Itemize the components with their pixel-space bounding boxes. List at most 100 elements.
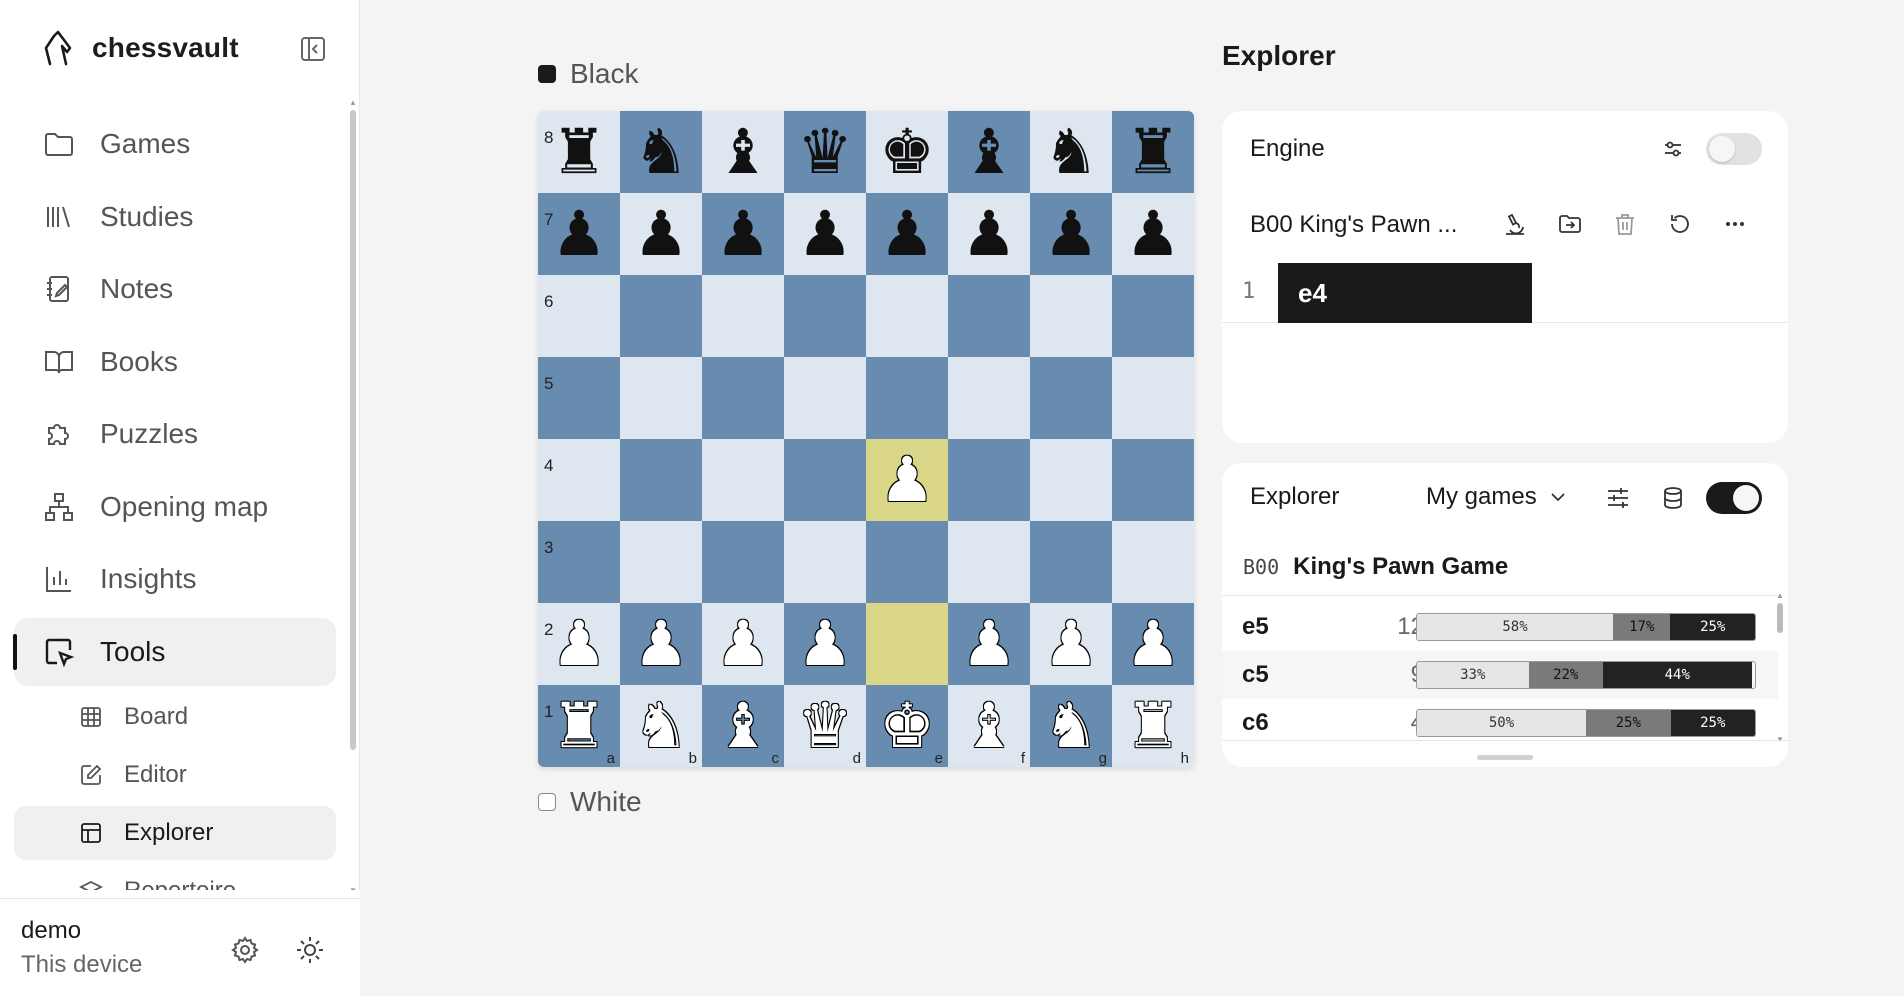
square-f1[interactable]: ♝ f <box>948 685 1030 767</box>
square-a7[interactable]: ♟ 7 <box>538 193 620 275</box>
square-h5[interactable] <box>1112 357 1194 439</box>
nav-item-games[interactable]: Games <box>14 110 336 178</box>
nav-item-studies[interactable]: Studies <box>14 183 336 251</box>
white-knight-piece[interactable]: ♞ <box>1043 695 1099 757</box>
white-pawn-piece[interactable]: ♟ <box>879 449 935 511</box>
square-d7[interactable]: ♟ <box>784 193 866 275</box>
square-g5[interactable] <box>1030 357 1112 439</box>
square-h1[interactable]: ♜ h <box>1112 685 1194 767</box>
square-d8[interactable]: ♛ <box>784 111 866 193</box>
square-h7[interactable]: ♟ <box>1112 193 1194 275</box>
square-e3[interactable] <box>866 521 948 603</box>
delete-button[interactable] <box>1610 209 1640 239</box>
nav-item-tools[interactable]: Tools <box>13 617 336 686</box>
square-g4[interactable] <box>1030 439 1112 521</box>
black-pawn-piece[interactable]: ♟ <box>797 203 853 265</box>
white-pawn-piece[interactable]: ♟ <box>551 613 607 675</box>
white-knight-piece[interactable]: ♞ <box>633 695 689 757</box>
square-d4[interactable] <box>784 439 866 521</box>
black-bishop-piece[interactable]: ♝ <box>715 121 771 183</box>
black-rook-piece[interactable]: ♜ <box>551 121 607 183</box>
square-a3[interactable]: 3 <box>538 521 620 603</box>
square-a5[interactable]: 5 <box>538 357 620 439</box>
chess-board[interactable]: ♜ 8 ♞ ♝ ♛ ♚ ♝ ♞ ♜ ♟ 7 ♟ ♟ ♟ ♟ ♟ ♟ ♟ 6 5 4 ♟ 3 ♟ 2 ♟ ♟ ♟ ♟ ♟ ♟ ♜ 1 a ♞ b ♝ c ♛ d… <box>538 111 1194 767</box>
square-f6[interactable] <box>948 275 1030 357</box>
more-button[interactable] <box>1720 209 1750 239</box>
collapse-sidebar-button[interactable] <box>296 32 330 66</box>
nav-item-puzzles[interactable]: Puzzles <box>14 400 336 468</box>
square-h6[interactable] <box>1112 275 1194 357</box>
square-c6[interactable] <box>702 275 784 357</box>
black-pawn-piece[interactable]: ♟ <box>1043 203 1099 265</box>
square-e8[interactable]: ♚ <box>866 111 948 193</box>
square-e5[interactable] <box>866 357 948 439</box>
square-g1[interactable]: ♞ g <box>1030 685 1112 767</box>
square-a1[interactable]: ♜ 1 a <box>538 685 620 767</box>
explorer-move-row[interactable]: c5 933%22%44% <box>1222 651 1778 699</box>
reset-button[interactable] <box>1665 209 1695 239</box>
white-pawn-piece[interactable]: ♟ <box>715 613 771 675</box>
black-pawn-piece[interactable]: ♟ <box>551 203 607 265</box>
square-c1[interactable]: ♝ c <box>702 685 784 767</box>
square-b3[interactable] <box>620 521 702 603</box>
settings-button[interactable] <box>228 933 262 967</box>
black-pawn-piece[interactable]: ♟ <box>961 203 1017 265</box>
white-pawn-piece[interactable]: ♟ <box>1125 613 1181 675</box>
square-g6[interactable] <box>1030 275 1112 357</box>
explorer-scrollbar[interactable] <box>1777 603 1783 633</box>
square-g2[interactable]: ♟ <box>1030 603 1112 685</box>
move-cell[interactable]: e4 <box>1278 263 1532 323</box>
subnav-item-board[interactable]: Board <box>14 690 336 744</box>
import-button[interactable] <box>1555 209 1585 239</box>
square-b6[interactable] <box>620 275 702 357</box>
square-b2[interactable]: ♟ <box>620 603 702 685</box>
resize-handle[interactable] <box>1477 755 1533 760</box>
subnav-item-editor[interactable]: Editor <box>14 748 336 802</box>
white-pawn-piece[interactable]: ♟ <box>633 613 689 675</box>
square-c8[interactable]: ♝ <box>702 111 784 193</box>
square-b7[interactable]: ♟ <box>620 193 702 275</box>
black-knight-piece[interactable]: ♞ <box>633 121 689 183</box>
square-f7[interactable]: ♟ <box>948 193 1030 275</box>
engine-settings-button[interactable] <box>1658 134 1688 164</box>
analyze-button[interactable] <box>1500 209 1530 239</box>
square-d3[interactable] <box>784 521 866 603</box>
black-pawn-piece[interactable]: ♟ <box>1125 203 1181 265</box>
square-e6[interactable] <box>866 275 948 357</box>
black-queen-piece[interactable]: ♛ <box>797 121 853 183</box>
source-select[interactable]: My games <box>1426 483 1569 511</box>
square-f4[interactable] <box>948 439 1030 521</box>
square-a4[interactable]: 4 <box>538 439 620 521</box>
square-f3[interactable] <box>948 521 1030 603</box>
white-pawn-piece[interactable]: ♟ <box>1043 613 1099 675</box>
square-h2[interactable]: ♟ <box>1112 603 1194 685</box>
square-d5[interactable] <box>784 357 866 439</box>
explorer-move-row[interactable]: e5 12 58% 17% 25% <box>1222 603 1778 651</box>
black-pawn-piece[interactable]: ♟ <box>633 203 689 265</box>
game-title[interactable]: B00 King's Pawn ... <box>1250 211 1457 239</box>
square-g8[interactable]: ♞ <box>1030 111 1112 193</box>
nav-item-books[interactable]: Books <box>14 328 336 396</box>
black-knight-piece[interactable]: ♞ <box>1043 121 1099 183</box>
black-rook-piece[interactable]: ♜ <box>1125 121 1181 183</box>
white-bishop-piece[interactable]: ♝ <box>961 695 1017 757</box>
database-button[interactable] <box>1658 483 1688 513</box>
scroll-up-arrow[interactable]: ▲ <box>349 98 357 107</box>
square-e2[interactable] <box>866 603 948 685</box>
square-a2[interactable]: ♟ 2 <box>538 603 620 685</box>
square-d6[interactable] <box>784 275 866 357</box>
theme-toggle-button[interactable] <box>293 933 327 967</box>
square-c4[interactable] <box>702 439 784 521</box>
sidebar-scrollbar[interactable] <box>350 110 356 750</box>
square-a6[interactable]: 6 <box>538 275 620 357</box>
white-pawn-piece[interactable]: ♟ <box>961 613 1017 675</box>
nav-item-insights[interactable]: Insights <box>14 545 336 613</box>
black-pawn-piece[interactable]: ♟ <box>715 203 771 265</box>
square-h4[interactable] <box>1112 439 1194 521</box>
scroll-up-arrow[interactable]: ▲ <box>1776 591 1784 600</box>
square-h3[interactable] <box>1112 521 1194 603</box>
square-b1[interactable]: ♞ b <box>620 685 702 767</box>
square-c7[interactable]: ♟ <box>702 193 784 275</box>
nav-item-notes[interactable]: Notes <box>14 255 336 323</box>
square-f8[interactable]: ♝ <box>948 111 1030 193</box>
